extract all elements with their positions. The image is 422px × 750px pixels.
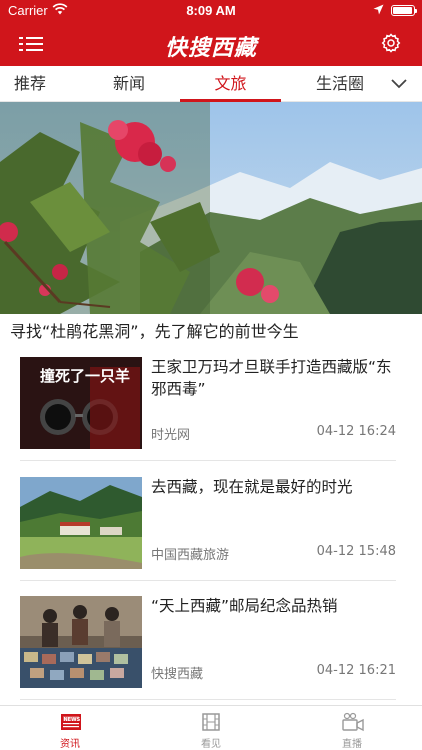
film-icon — [202, 713, 220, 731]
nav-see[interactable]: 看见 — [141, 706, 281, 750]
news-thumbnail — [20, 477, 142, 569]
bottom-nav: NEWS 资讯 看见 直播 — [0, 705, 422, 750]
rhododendron-mountain-photo — [0, 102, 422, 314]
news-time: 04-12 15:48 — [316, 544, 396, 559]
nav-label: 资讯 — [60, 739, 80, 750]
svg-text:NEWS: NEWS — [64, 717, 81, 723]
nav-live[interactable]: 直播 — [282, 706, 422, 750]
news-thumbnail — [20, 596, 142, 688]
nav-news[interactable]: NEWS 资讯 — [0, 706, 140, 750]
nav-label: 直播 — [342, 739, 362, 750]
status-bar: Carrier 8:09 AM — [0, 0, 422, 22]
hero-image[interactable] — [0, 102, 422, 314]
news-time: 04-12 16:21 — [316, 663, 396, 678]
video-camera-icon — [342, 712, 364, 732]
news-source: 快搜西藏 — [151, 667, 204, 682]
app-logo: 快搜西藏 — [164, 35, 257, 61]
thumb-poster-text: 撞死了一只羊 — [40, 367, 130, 385]
tab-recommend[interactable]: 推荐 — [0, 66, 60, 102]
battery-icon — [391, 5, 417, 16]
tab-culture-travel[interactable]: 文旅 — [180, 66, 281, 102]
tab-label: 生活圈 — [315, 74, 364, 93]
list-item[interactable]: 撞死了一只羊 王家卫万玛才旦联手打造西藏版“东邪西毒” 时光网 04-12 16… — [20, 344, 396, 461]
chevron-down-icon[interactable] — [390, 76, 408, 90]
news-title: “天上西藏”邮局纪念品热销 — [151, 597, 338, 615]
tab-life-circle[interactable]: 生活圈 — [300, 66, 380, 102]
news-source: 中国西藏旅游 — [151, 548, 230, 563]
nav-label: 看见 — [201, 739, 221, 750]
news-time: 04-12 16:24 — [316, 424, 396, 439]
tab-label: 新闻 — [112, 74, 145, 93]
tab-news[interactable]: 新闻 — [99, 66, 159, 102]
tab-label: 文旅 — [214, 74, 247, 93]
status-time: 8:09 AM — [186, 3, 236, 18]
list-item[interactable]: 去西藏，现在就是最好的时光 中国西藏旅游 04-12 15:48 — [20, 464, 396, 581]
tab-label: 推荐 — [13, 74, 46, 93]
gear-icon[interactable] — [381, 33, 401, 53]
news-title: 王家卫万玛才旦联手打造西藏版“东邪西毒” — [151, 358, 392, 398]
hero-title[interactable]: 寻找“杜鹃花黑洞”，先了解它的前世今生 — [10, 318, 299, 342]
app-header: Carrier 8:09 AM 快搜西藏 — [0, 0, 422, 66]
news-source: 时光网 — [151, 428, 191, 443]
news-title: 去西藏，现在就是最好的时光 — [151, 478, 353, 496]
battery-level — [393, 7, 412, 14]
news-icon: NEWS — [61, 714, 81, 730]
location-arrow-icon — [373, 4, 384, 15]
news-thumbnail: 撞死了一只羊 — [20, 357, 142, 449]
category-tabs: 推荐 新闻 文旅 生活圈 — [0, 66, 422, 102]
list-item[interactable]: “天上西藏”邮局纪念品热销 快搜西藏 04-12 16:21 — [20, 583, 396, 700]
